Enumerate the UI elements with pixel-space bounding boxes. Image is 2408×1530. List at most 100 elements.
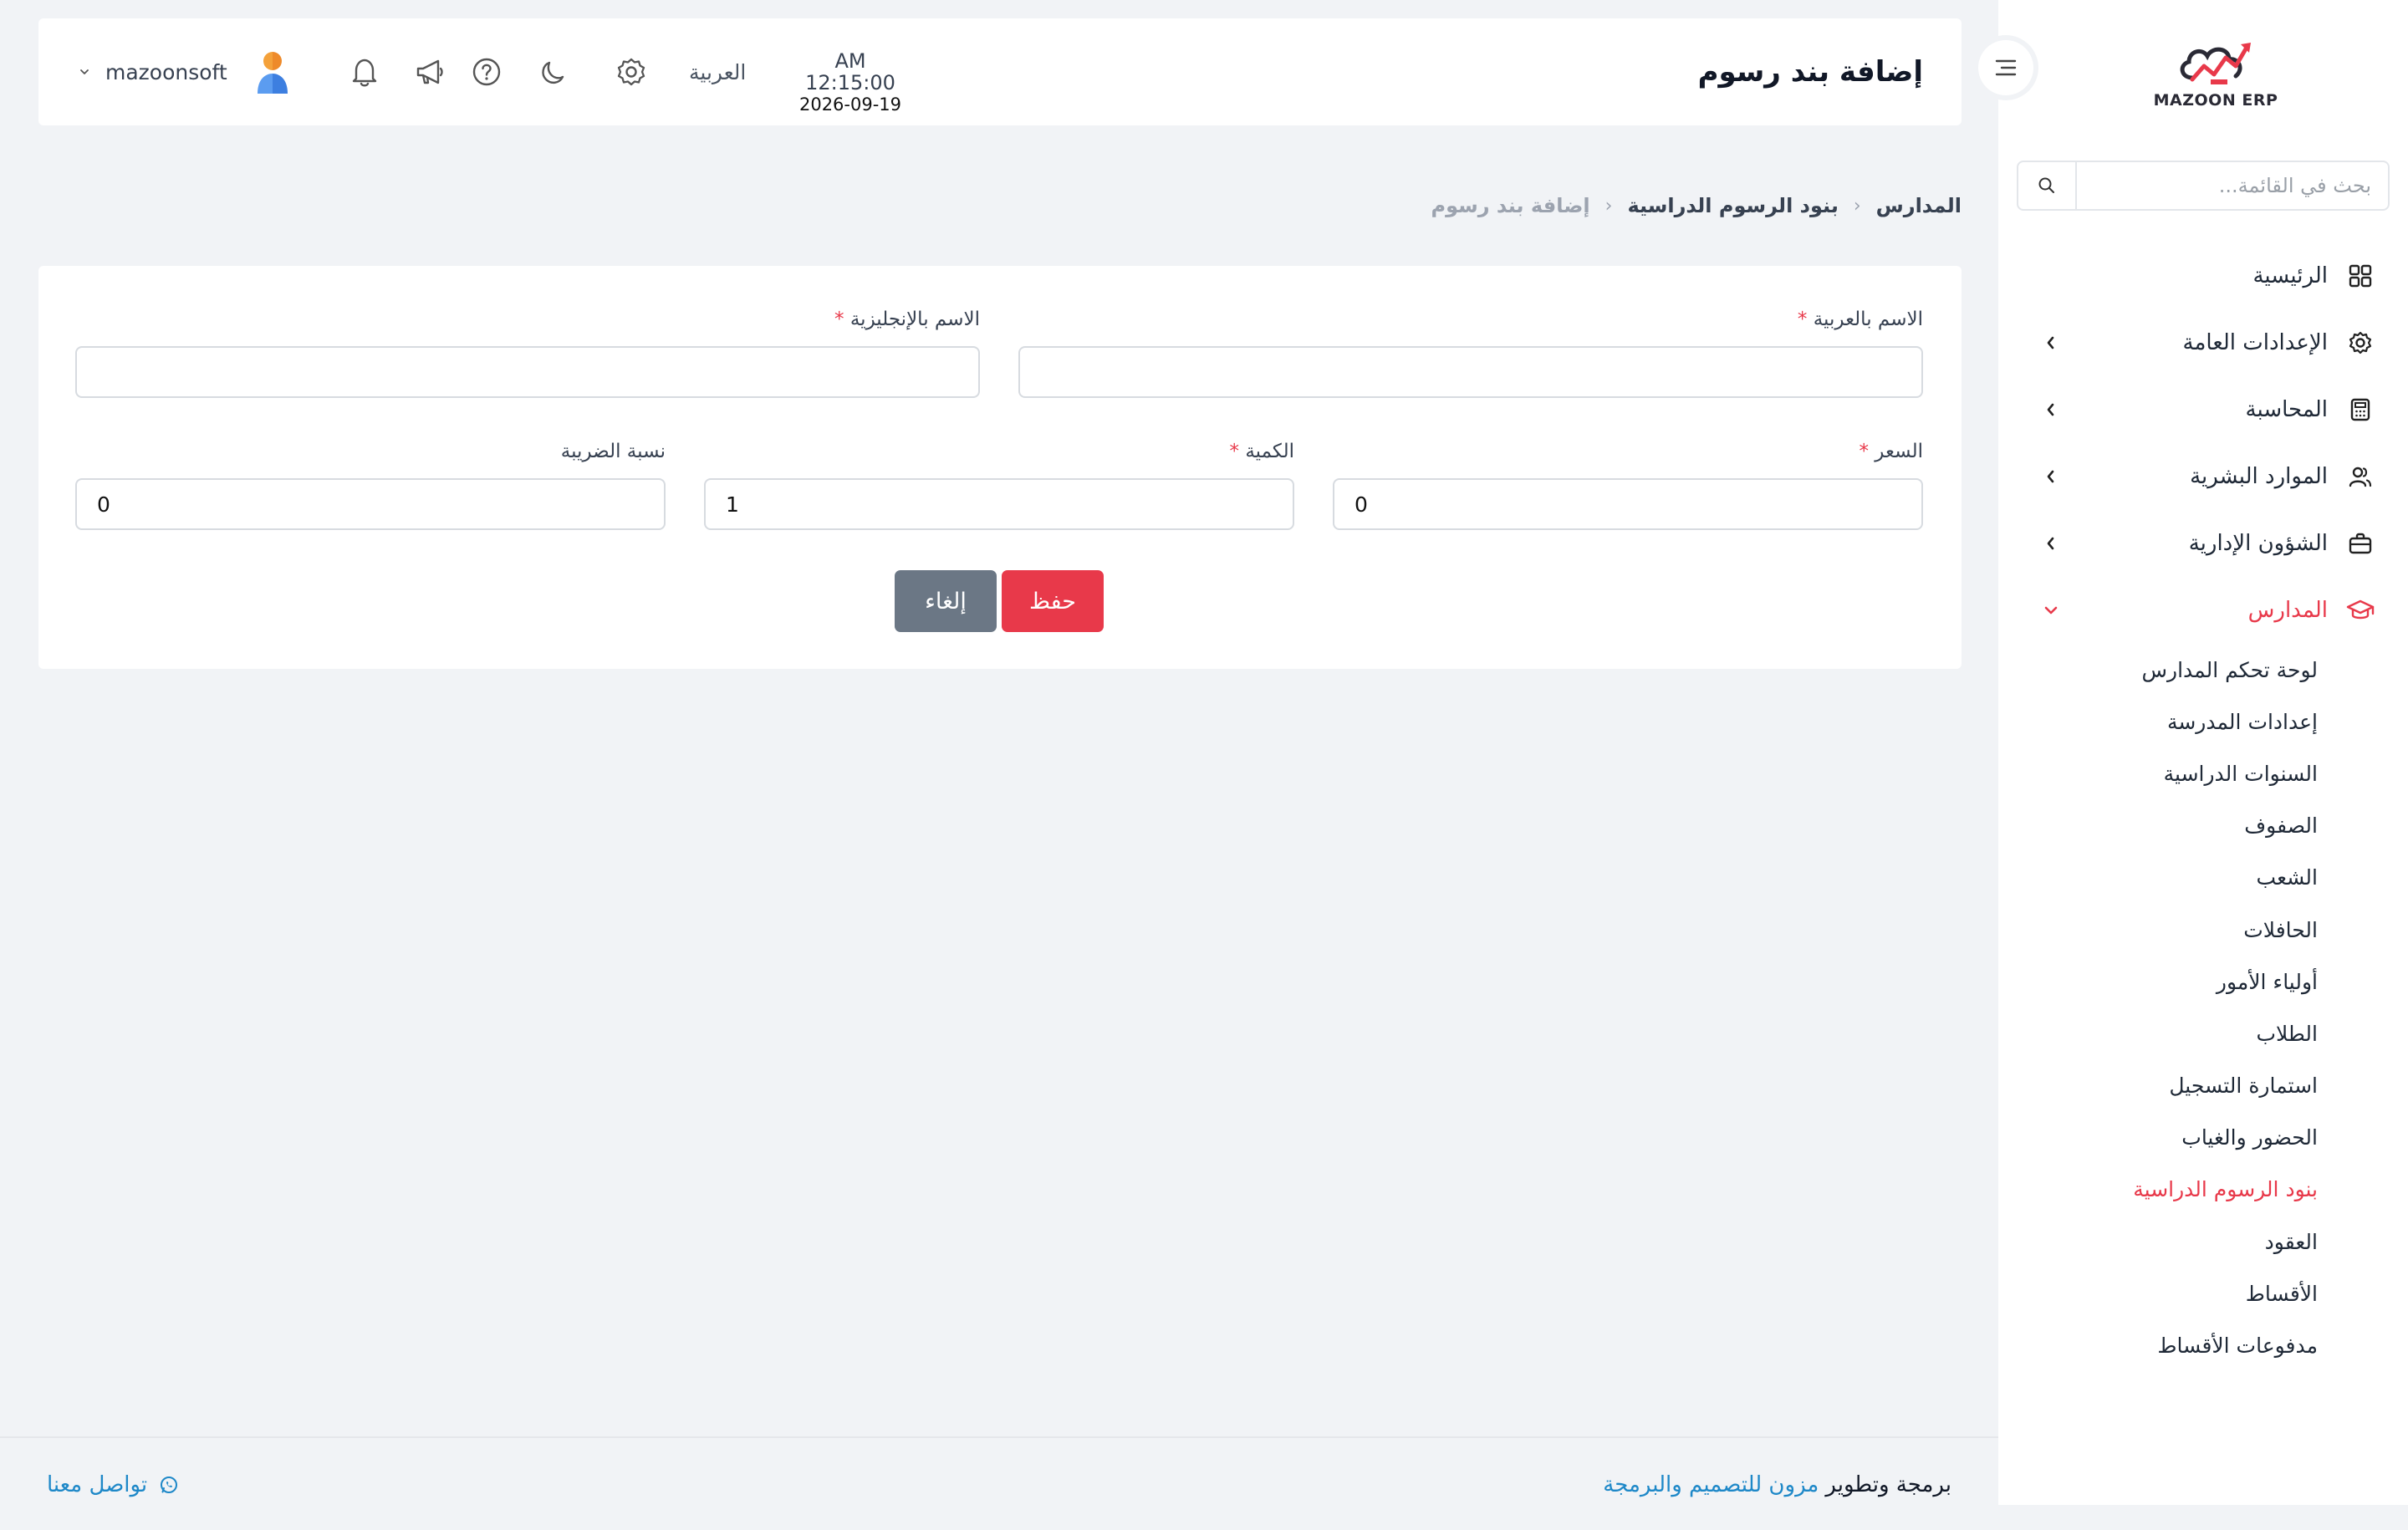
price-label-text: السعر	[1875, 441, 1923, 462]
sidebar-nav: الرئيسية الإعدادات العامة المحاسبة الموا…	[1998, 242, 2408, 1372]
submenu-item-sections[interactable]: الشعب	[1998, 852, 2408, 904]
tax-field: نسبة الضريبة	[75, 436, 666, 530]
calculator-icon	[2346, 395, 2375, 424]
required-mark: *	[1797, 309, 1808, 330]
menu-icon	[1995, 59, 2017, 76]
submenu-item-installments[interactable]: الأقساط	[1998, 1267, 2408, 1319]
clock-date: 2026-09-19	[798, 94, 902, 115]
name-en-field: الاسم بالإنجليزية *	[75, 304, 980, 398]
submenu-item-registration-form[interactable]: استمارة التسجيل	[1998, 1060, 2408, 1112]
sidebar-search-input[interactable]	[2077, 162, 2388, 209]
settings-icon[interactable]	[610, 18, 652, 125]
chevron-left-icon	[2040, 466, 2062, 487]
required-mark: *	[1229, 441, 1240, 462]
avatar	[253, 48, 293, 95]
submenu-item-school-settings[interactable]: إعدادات المدرسة	[1998, 696, 2408, 747]
quantity-field: الكمية *	[704, 436, 1294, 530]
submenu-item-guardians[interactable]: أولياء الأمور	[1998, 956, 2408, 1007]
chevron-left-icon	[2040, 332, 2062, 354]
page-title: إضافة بند رسوم	[1697, 55, 1923, 89]
dark-mode-icon[interactable]	[533, 18, 575, 125]
footer-credit: برمجة وتطوير مزون للتصميم والبرمجة	[1603, 1438, 1951, 1530]
sidebar-item-label: الموارد البشرية	[2190, 464, 2328, 489]
name-ar-field: الاسم بالعربية *	[1018, 304, 1923, 398]
sidebar-toggle	[1973, 35, 2038, 100]
breadcrumb-current: إضافة بند رسوم	[1431, 194, 1590, 217]
chevron-left-icon	[2040, 399, 2062, 421]
submenu-item-academic-years[interactable]: السنوات الدراسية	[1998, 747, 2408, 799]
sidebar-item-accounting[interactable]: المحاسبة	[1998, 376, 2408, 443]
submenu-item-buses[interactable]: الحافلات	[1998, 904, 2408, 956]
tax-label: نسبة الضريبة	[560, 441, 666, 462]
price-input[interactable]	[1333, 478, 1923, 530]
quantity-input[interactable]	[704, 478, 1294, 530]
submenu-item-attendance[interactable]: الحضور والغياب	[1998, 1112, 2408, 1164]
clock-time: AM 12:15:00	[805, 49, 895, 95]
name-en-label: الاسم بالإنجليزية *	[75, 304, 980, 334]
sidebar-search	[2017, 161, 2390, 211]
help-icon[interactable]	[466, 18, 508, 125]
clock: AM 12:15:00 2026-09-19	[793, 50, 907, 115]
schools-submenu: لوحة تحكم المدارس إعدادات المدرسة السنوا…	[1998, 644, 2408, 1372]
logo-text: MAZOON ERP	[2153, 91, 2278, 110]
name-en-input[interactable]	[75, 346, 980, 398]
contact-us-link[interactable]: تواصل معنا	[47, 1438, 179, 1530]
price-label: السعر *	[1333, 436, 1923, 467]
language-switch[interactable]: العربية	[689, 18, 746, 125]
cancel-button[interactable]: إلغاء	[895, 570, 997, 632]
sidebar-item-label: المدارس	[2247, 598, 2328, 623]
footer: برمجة وتطوير مزون للتصميم والبرمجة تواصل…	[0, 1436, 1998, 1530]
sidebar-item-hr[interactable]: الموارد البشرية	[1998, 443, 2408, 510]
submenu-item-installment-payments[interactable]: مدفوعات الأقساط	[1998, 1319, 2408, 1371]
bell-icon[interactable]	[344, 18, 385, 125]
footer-credit-prefix: برمجة وتطوير	[1825, 1472, 1951, 1497]
chevron-left-icon: ‹	[1853, 195, 1861, 217]
sidebar-item-admin-affairs[interactable]: الشؤون الإدارية	[1998, 510, 2408, 577]
required-mark: *	[834, 309, 844, 330]
app-logo[interactable]: MAZOON ERP	[2124, 33, 2308, 117]
search-icon[interactable]	[2018, 162, 2077, 209]
breadcrumb-fee-items[interactable]: بنود الرسوم الدراسية	[1627, 194, 1838, 217]
username: mazoonsoft	[105, 59, 227, 84]
name-ar-label-text: الاسم بالعربية	[1813, 309, 1923, 330]
submenu-item-contracts[interactable]: العقود	[1998, 1216, 2408, 1267]
user-menu[interactable]: mazoonsoft	[79, 18, 293, 125]
submenu-item-students[interactable]: الطلاب	[1998, 1007, 2408, 1059]
logo-mark-icon	[2180, 43, 2251, 84]
sidebar: MAZOON ERP الرئيسية الإعدادات العامة	[1998, 0, 2408, 1505]
sidebar-toggle-button[interactable]	[1978, 40, 2033, 95]
graduation-cap-icon	[2346, 596, 2375, 625]
chevron-left-icon: ‹	[1604, 195, 1613, 217]
sidebar-item-label: الرئيسية	[2252, 263, 2328, 288]
grid-icon	[2346, 262, 2375, 290]
megaphone-icon[interactable]	[409, 18, 451, 125]
submenu-item-fee-items[interactable]: بنود الرسوم الدراسية	[1998, 1164, 2408, 1216]
fee-item-form-card: الاسم بالعربية * الاسم بالإنجليزية * الس…	[38, 266, 1962, 669]
top-header: mazoonsoft العربية AM 12:15:00 2026-09-1…	[38, 18, 1962, 125]
sidebar-item-label: الإعدادات العامة	[2182, 330, 2328, 355]
price-field: السعر *	[1333, 436, 1923, 530]
briefcase-icon	[2346, 529, 2375, 558]
footer-brand-link[interactable]: مزون للتصميم والبرمجة	[1603, 1472, 1819, 1497]
sidebar-item-home[interactable]: الرئيسية	[1998, 242, 2408, 309]
submenu-item-grades[interactable]: الصفوف	[1998, 800, 2408, 852]
name-ar-label: الاسم بالعربية *	[1018, 304, 1923, 334]
contact-us-label: تواصل معنا	[47, 1472, 148, 1497]
chevron-left-icon	[2040, 533, 2062, 554]
sidebar-item-general-settings[interactable]: الإعدادات العامة	[1998, 309, 2408, 376]
chevron-down-icon	[2040, 599, 2062, 621]
breadcrumb: المدارس ‹ بنود الرسوم الدراسية ‹ إضافة ب…	[1431, 187, 1962, 224]
sidebar-item-schools[interactable]: المدارس	[1998, 577, 2408, 644]
submenu-item-schools-dashboard[interactable]: لوحة تحكم المدارس	[1998, 644, 2408, 696]
quantity-label: الكمية *	[704, 436, 1294, 467]
whatsapp-icon	[159, 1475, 179, 1495]
sidebar-item-label: المحاسبة	[2245, 397, 2328, 422]
breadcrumb-schools[interactable]: المدارس	[1876, 194, 1962, 217]
name-ar-input[interactable]	[1018, 346, 1923, 398]
tax-input[interactable]	[75, 478, 666, 530]
chevron-down-icon	[79, 66, 95, 78]
users-icon	[2346, 462, 2375, 491]
save-button[interactable]: حفظ	[1002, 570, 1104, 632]
required-mark: *	[1859, 441, 1869, 462]
gear-icon	[2346, 329, 2375, 357]
